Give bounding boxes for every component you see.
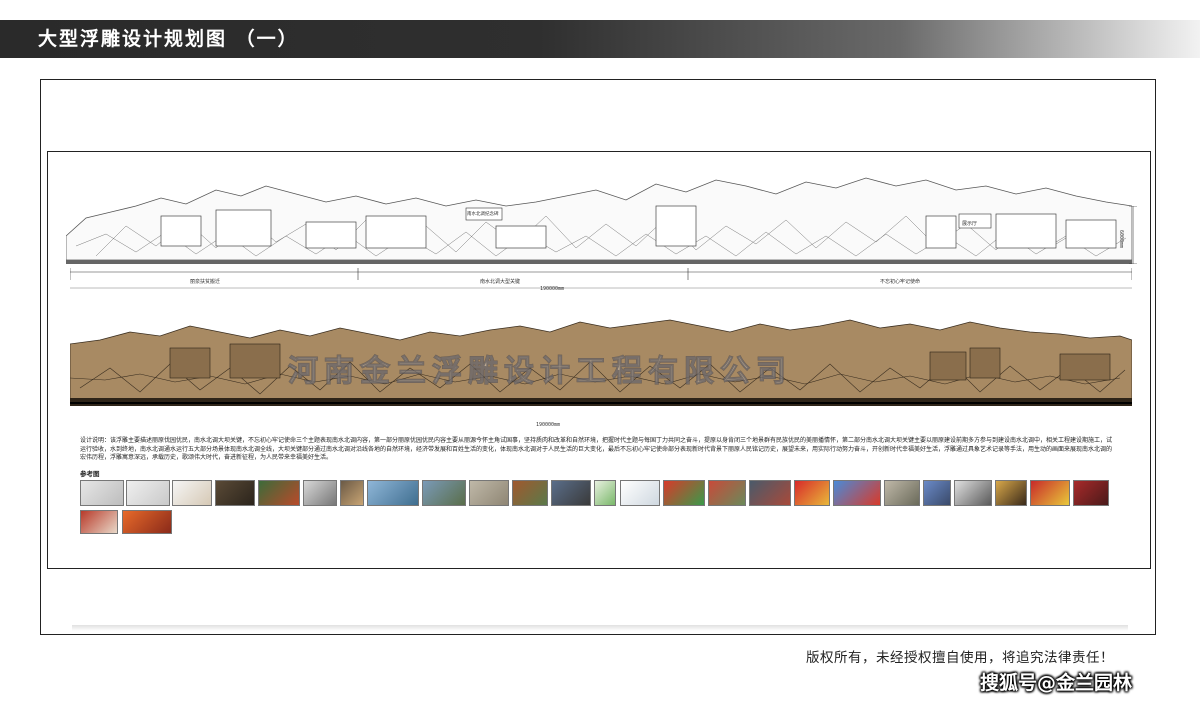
reference-image (258, 480, 300, 506)
source-watermark: 搜狐号@金兰园林 (980, 672, 1133, 694)
reference-image (954, 480, 992, 506)
reference-image (1030, 480, 1070, 506)
copyright-notice: 版权所有，未经授权擅自使用，将追究法律责任！ (806, 650, 1114, 666)
reference-images-label: 参考图 (80, 470, 100, 478)
reference-image (172, 480, 212, 506)
reference-image (469, 480, 509, 506)
reference-image (340, 480, 364, 506)
frame-shadow (72, 625, 1128, 631)
length-dimension-label-1: 190000mm (540, 286, 565, 292)
relief-sign-1: 南水北调纪念碑 (467, 212, 499, 217)
reference-image (620, 480, 660, 506)
reference-image (749, 480, 791, 506)
reference-image (663, 480, 705, 506)
reference-image (1073, 480, 1109, 506)
reference-image (215, 480, 255, 506)
height-dimension-line (1129, 206, 1137, 264)
section-label-3: 不忘初心牢记使命 (880, 279, 921, 285)
reference-image (995, 480, 1027, 506)
reference-image (923, 480, 951, 506)
reference-image (594, 480, 616, 506)
reference-image (303, 480, 337, 506)
design-description: 设计说明：该浮雕主要描述丽原伐园优民，南水北调大坝关键，不忘初心牢记使命三个主题… (80, 437, 1113, 462)
reference-image (833, 480, 881, 506)
page-title: 大型浮雕设计规划图 （一） (38, 28, 299, 50)
section-label-2: 南水北调大型关键 (480, 279, 521, 285)
reference-image (884, 480, 920, 506)
reference-image (512, 480, 548, 506)
length-dimension-label-2: 190000mm (536, 422, 561, 428)
relief-sign-2: 展示厅 (962, 221, 978, 227)
section-label-1: 丽泉扶贫搬迁 (190, 279, 221, 285)
height-dimension-label: 6000mm (1118, 230, 1124, 249)
reference-image (80, 480, 124, 506)
reference-image (80, 510, 118, 534)
reference-image (708, 480, 746, 506)
title-bar: 大型浮雕设计规划图 （一） (0, 20, 1200, 58)
reference-image (367, 480, 419, 506)
company-watermark: 河南金兰浮雕设计工程有限公司 (288, 354, 792, 390)
reference-image (551, 480, 591, 506)
section-dimension-lines (70, 268, 1132, 289)
reference-image (422, 480, 466, 506)
reference-image (126, 480, 170, 506)
reference-image (122, 510, 172, 534)
reference-image (794, 480, 830, 506)
